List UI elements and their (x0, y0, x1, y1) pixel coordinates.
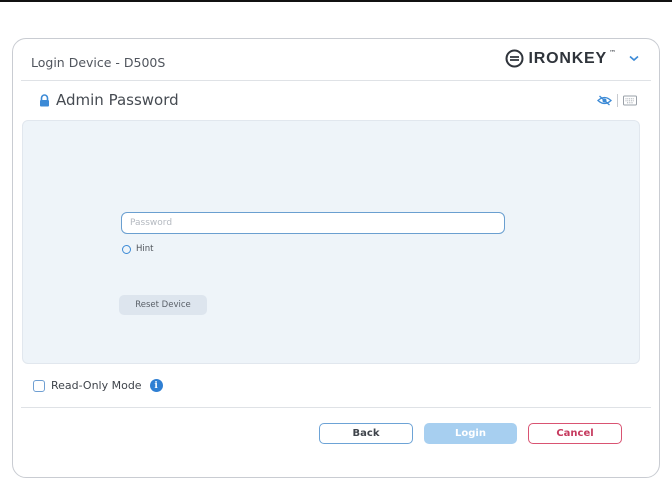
window-title: Login Device - D500S (31, 55, 166, 70)
login-button[interactable]: Login (424, 423, 517, 444)
section-title: Admin Password (56, 91, 179, 109)
login-dialog: Login Device - D500S IRONKEY ™ Admin Pas… (12, 38, 660, 478)
password-tools (597, 94, 637, 107)
hint-label: Hint (136, 244, 154, 254)
cancel-button[interactable]: Cancel (528, 423, 622, 444)
top-rule (0, 0, 672, 2)
ironkey-logo-icon (505, 49, 523, 68)
read-only-label[interactable]: Read-Only Mode (51, 379, 142, 392)
read-only-checkbox[interactable] (33, 379, 45, 392)
brand-trademark: ™ (609, 48, 616, 57)
brand-menu[interactable]: IRONKEY ™ (505, 49, 640, 68)
info-icon[interactable]: i (149, 379, 163, 392)
title-divider (21, 80, 651, 81)
section-header: Admin Password (39, 91, 179, 109)
keyboard-icon[interactable] (623, 95, 637, 106)
footer-divider (21, 407, 651, 408)
hint-option[interactable]: Hint (122, 244, 153, 254)
tools-separator (617, 94, 618, 107)
reset-device-button[interactable]: Reset Device (119, 295, 207, 315)
chevron-down-icon[interactable] (629, 55, 639, 62)
password-input[interactable] (121, 212, 505, 234)
hint-radio[interactable] (122, 244, 131, 254)
brand-name: IRONKEY (528, 49, 607, 67)
eye-slash-icon[interactable] (597, 95, 612, 106)
title-bar: Login Device - D500S IRONKEY ™ (13, 39, 659, 81)
read-only-mode: Read-Only Mode i (33, 379, 163, 392)
password-panel: Hint Reset Device (22, 120, 640, 364)
lock-icon (40, 93, 49, 106)
back-button[interactable]: Back (319, 423, 413, 444)
